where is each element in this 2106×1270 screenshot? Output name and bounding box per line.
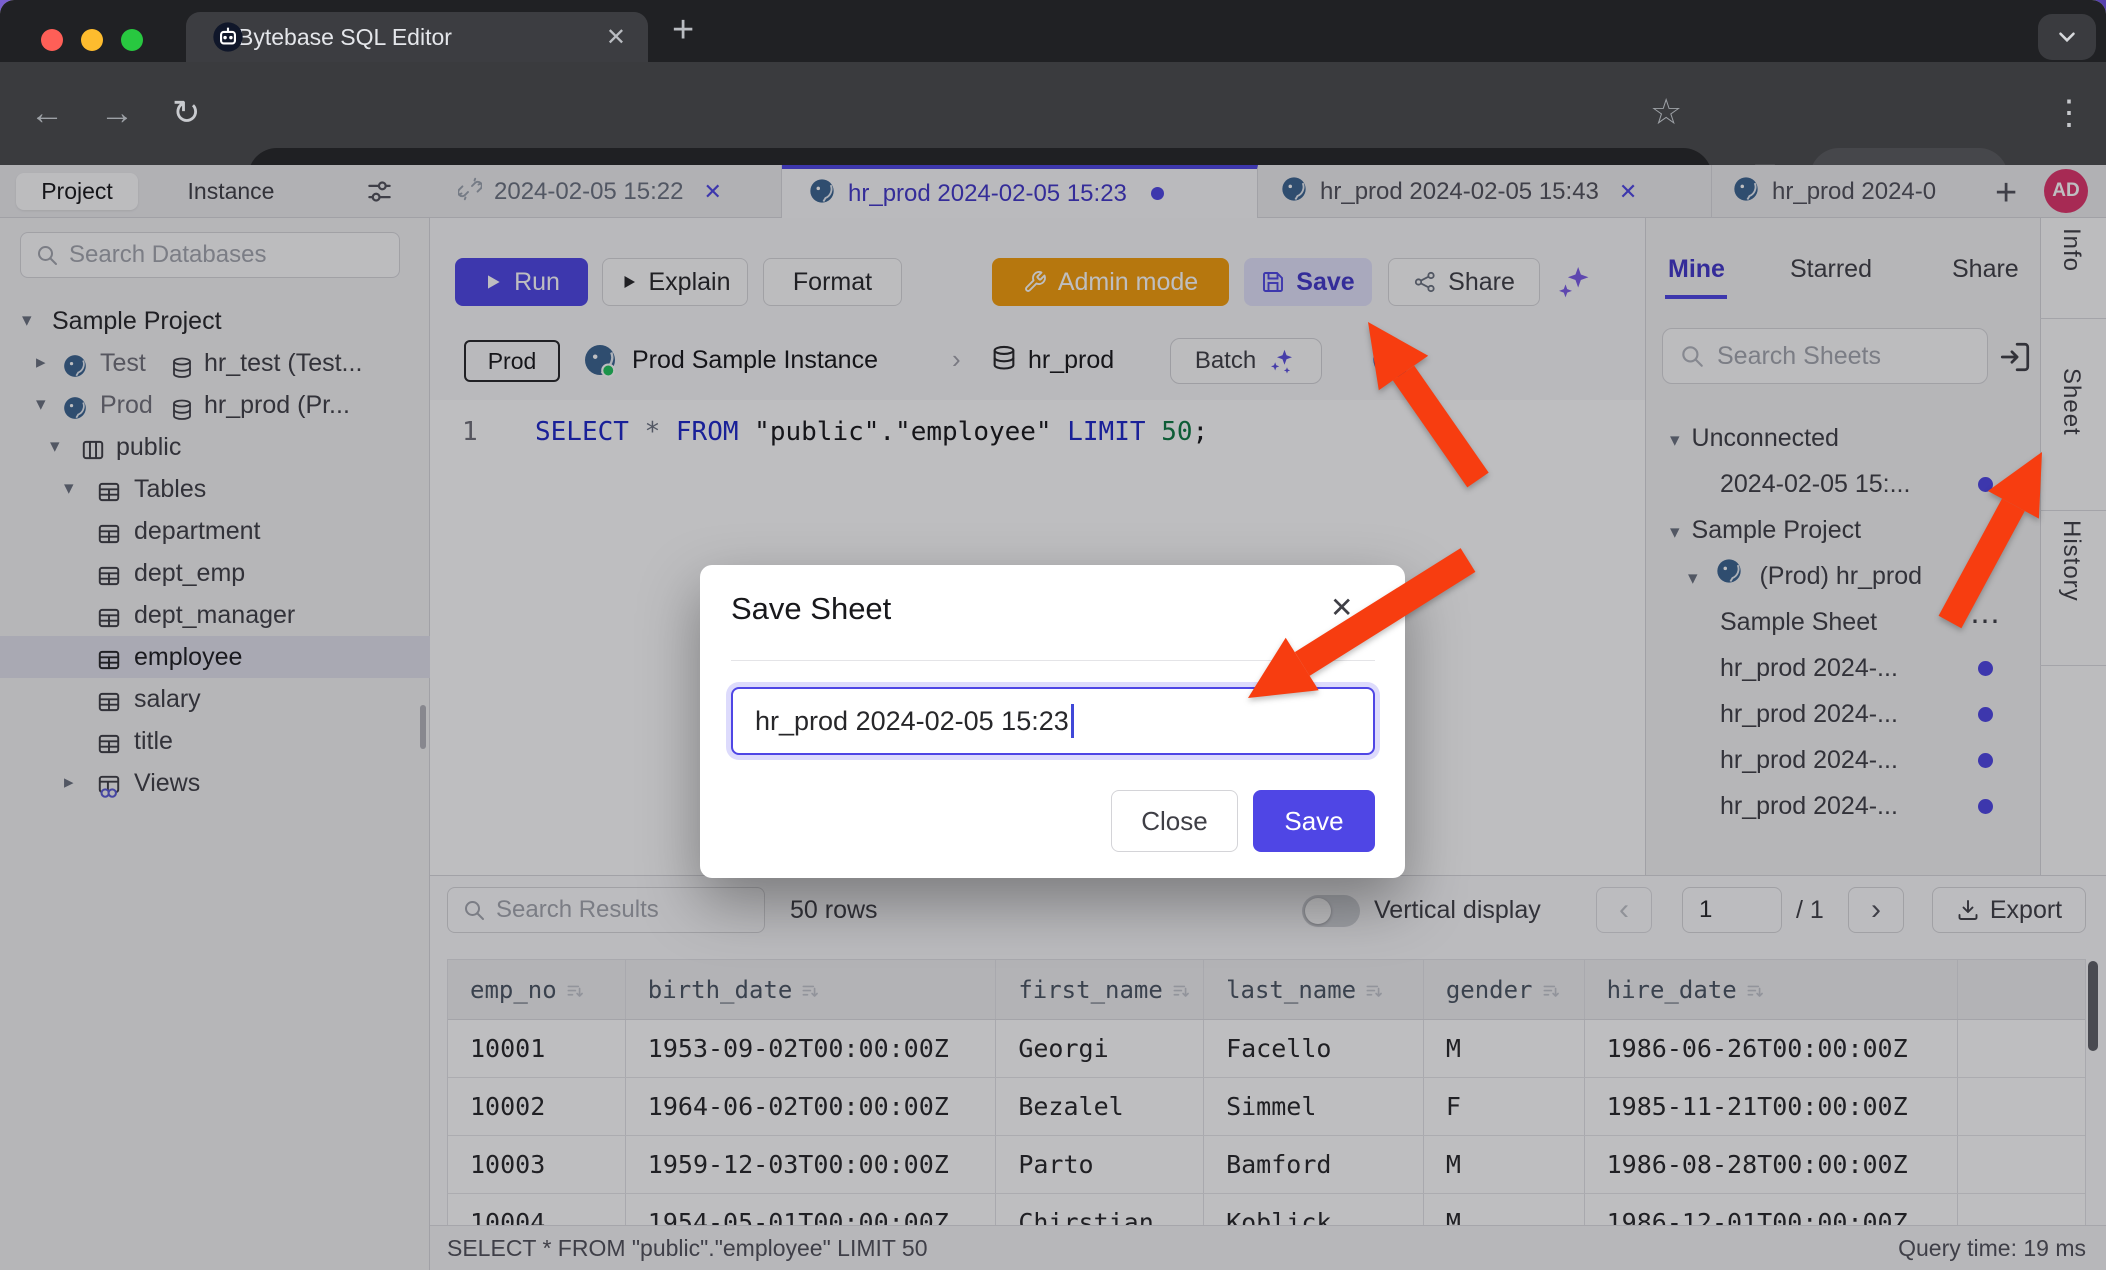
browser-tab-strip: Bytebase SQL Editor ✕ +: [0, 0, 2106, 62]
forward-button[interactable]: →: [100, 62, 134, 165]
window-close-button[interactable]: [41, 29, 63, 51]
window-maximize-button[interactable]: [121, 29, 143, 51]
desktop: Bytebase SQL Editor ✕ + ← → ↻ localhost:…: [0, 0, 2106, 1270]
dialog-title: Save Sheet: [731, 591, 891, 627]
save-confirm-button[interactable]: Save: [1253, 790, 1375, 852]
close-button[interactable]: Close: [1111, 790, 1238, 852]
save-sheet-dialog: Save Sheet ✕ hr_prod 2024-02-05 15:23 Cl…: [700, 565, 1405, 878]
browser-menu-icon[interactable]: ⋮: [2052, 62, 2086, 165]
dialog-close-icon[interactable]: ✕: [1330, 591, 1353, 624]
chevron-down-icon: [2054, 24, 2080, 50]
bytebase-favicon: [212, 21, 244, 58]
browser-toolbar: ← → ↻ localhost:8080/sql-editor/prod-sam…: [0, 62, 2106, 165]
back-button[interactable]: ←: [30, 62, 64, 165]
divider: [731, 660, 1375, 661]
window-minimize-button[interactable]: [81, 29, 103, 51]
text-cursor: [1071, 704, 1074, 738]
tab-search-button[interactable]: [2038, 14, 2096, 60]
reload-button[interactable]: ↻: [172, 62, 201, 165]
browser-tab-title: Bytebase SQL Editor: [238, 24, 606, 51]
new-tab-button[interactable]: +: [672, 9, 694, 52]
bookmark-star-icon[interactable]: ☆: [1650, 62, 1682, 162]
tab-close-icon[interactable]: ✕: [606, 23, 626, 52]
browser-tab[interactable]: Bytebase SQL Editor ✕: [186, 12, 648, 62]
bytebase-app: Project Instance 2024-02-05 15:22 ✕ hr_p…: [0, 165, 2106, 1270]
sheet-name-input[interactable]: hr_prod 2024-02-05 15:23: [731, 687, 1375, 755]
browser-window: Bytebase SQL Editor ✕ + ← → ↻ localhost:…: [0, 0, 2106, 1270]
